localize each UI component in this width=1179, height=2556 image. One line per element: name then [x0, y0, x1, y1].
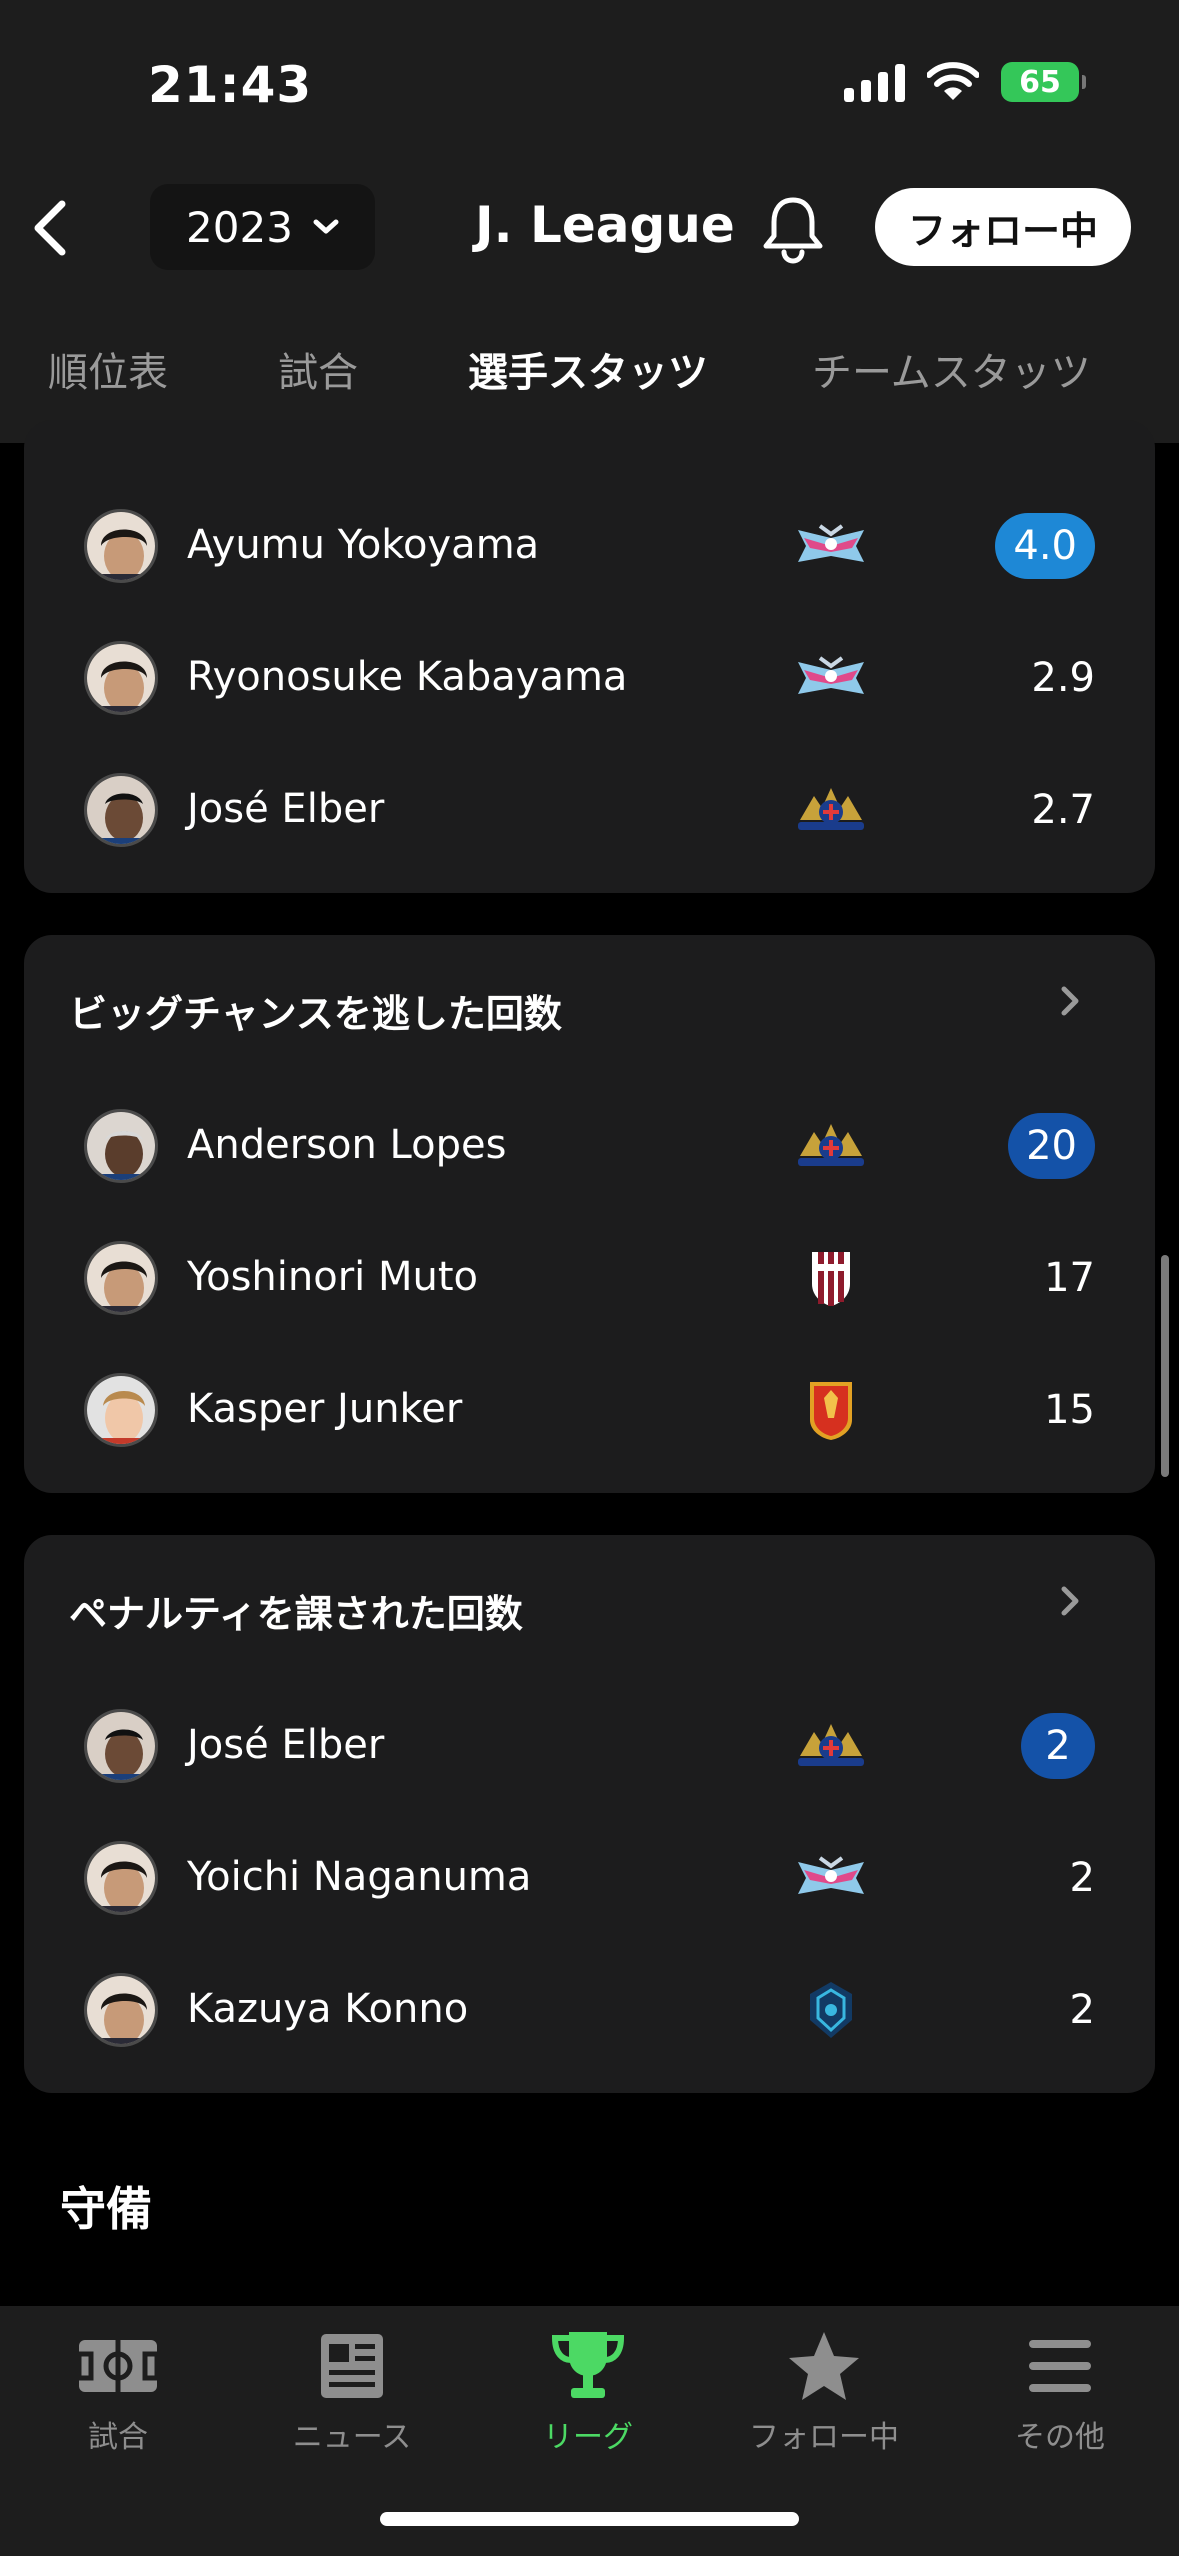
- stat-card-missed-big-chances[interactable]: ビッグチャンスを逃した回数 Anderson Lopes 20 Yoshinor…: [24, 935, 1155, 1493]
- avispa-fukuoka-logo: [794, 1980, 868, 2040]
- player-row[interactable]: Ayumu Yokoyama 4.0: [24, 486, 1155, 606]
- stat-value: 17: [1044, 1255, 1095, 1301]
- nav-item-league[interactable]: リーグ: [488, 2326, 688, 2456]
- pitch-icon: [76, 2340, 160, 2392]
- trophy-icon: [551, 2332, 625, 2398]
- star-icon: [789, 2332, 859, 2400]
- vissel-kobe-logo: [794, 1248, 868, 1308]
- nav-label: フォロー中: [749, 2420, 899, 2455]
- nav-label: 試合: [88, 2420, 148, 2455]
- nav-item-more[interactable]: その他: [960, 2326, 1160, 2456]
- stat-value: 2.9: [1031, 655, 1095, 701]
- battery-level: 65: [1019, 64, 1061, 100]
- nav-item-following[interactable]: フォロー中: [724, 2326, 924, 2456]
- chevron-down-icon: [313, 219, 339, 234]
- player-name: Ryonosuke Kabayama: [187, 654, 628, 700]
- nagoya-grampus-logo: [794, 1380, 868, 1440]
- cellular-signal-icon: [844, 62, 905, 102]
- tab-player-stats[interactable]: 選手スタッツ: [468, 340, 708, 398]
- player-row[interactable]: Anderson Lopes 20: [24, 1086, 1155, 1206]
- nav-item-matches[interactable]: 試合: [18, 2326, 218, 2456]
- player-row[interactable]: José Elber 2.7: [24, 750, 1155, 870]
- stat-value-badge: 2: [1021, 1713, 1095, 1779]
- player-avatar: [84, 1109, 158, 1183]
- player-avatar: [84, 1373, 158, 1447]
- league-title: J. League: [475, 196, 735, 254]
- scrollbar[interactable]: [1161, 1255, 1169, 1477]
- player-name: Yoshinori Muto: [187, 1254, 479, 1300]
- tab-team-stats[interactable]: チームスタッツ: [812, 340, 1091, 398]
- chevron-right-icon[interactable]: [1055, 1583, 1085, 1619]
- menu-icon: [1029, 2340, 1091, 2392]
- player-avatar: [84, 641, 158, 715]
- player-row[interactable]: Yoichi Naganuma 2: [24, 1818, 1155, 1938]
- player-name: Kasper Junker: [187, 1386, 463, 1432]
- newspaper-icon: [321, 2334, 383, 2398]
- yokohama-f-marinos-logo: [794, 1116, 868, 1176]
- stat-value: 2.7: [1031, 787, 1095, 833]
- nav-row: 2023 J. League フォロー中: [0, 180, 1179, 276]
- stat-value: 15: [1044, 1387, 1095, 1433]
- stat-value: 2: [1069, 1987, 1095, 2033]
- status-icons: 65: [844, 62, 1086, 102]
- year-value: 2023: [186, 202, 293, 252]
- yokohama-f-marinos-logo: [794, 1716, 868, 1776]
- player-row[interactable]: Kazuya Konno 2: [24, 1950, 1155, 2070]
- wifi-icon: [927, 62, 979, 100]
- player-avatar: [84, 509, 158, 583]
- stat-card-1: Ayumu Yokoyama 4.0 Ryonosuke Kabayama 2.…: [24, 420, 1155, 893]
- back-icon[interactable]: [22, 198, 82, 258]
- card-title: ペナルティを課された回数: [69, 1592, 523, 1636]
- player-name: José Elber: [187, 1722, 385, 1768]
- chevron-right-icon[interactable]: [1055, 983, 1085, 1019]
- nav-label: リーグ: [543, 2420, 633, 2455]
- stat-card-penalties-conceded[interactable]: ペナルティを課された回数 José Elber 2 Yoichi Naganum…: [24, 1535, 1155, 2093]
- player-avatar: [84, 773, 158, 847]
- nav-label: ニュース: [292, 2420, 412, 2455]
- stat-value-badge: 20: [1008, 1113, 1095, 1179]
- nav-item-news[interactable]: ニュース: [252, 2326, 452, 2456]
- year-select[interactable]: 2023: [150, 184, 375, 270]
- player-name: Kazuya Konno: [187, 1986, 469, 2032]
- section-title-defense: 守備: [60, 2182, 152, 2236]
- bell-icon[interactable]: [760, 194, 826, 264]
- player-avatar: [84, 1973, 158, 2047]
- tab-standings[interactable]: 順位表: [48, 340, 168, 398]
- player-name: Ayumu Yokoyama: [187, 522, 540, 568]
- player-row[interactable]: Ryonosuke Kabayama 2.9: [24, 618, 1155, 738]
- player-row[interactable]: José Elber 2: [24, 1686, 1155, 1806]
- player-name: Yoichi Naganuma: [187, 1854, 532, 1900]
- sagan-tosu-logo: [794, 516, 868, 576]
- stat-value-badge: 4.0: [995, 513, 1095, 579]
- player-row[interactable]: Kasper Junker 15: [24, 1350, 1155, 1470]
- battery-icon: 65: [1001, 62, 1086, 102]
- status-time: 21:43: [148, 56, 313, 114]
- home-indicator: [380, 2512, 799, 2526]
- player-avatar: [84, 1841, 158, 1915]
- player-name: Anderson Lopes: [187, 1122, 507, 1168]
- card-title: ビッグチャンスを逃した回数: [69, 992, 562, 1036]
- top-header: 21:43 65 2023 J. League フォロー中 順位表 試合 選手ス…: [0, 0, 1179, 443]
- stat-value: 2: [1069, 1855, 1095, 1901]
- player-avatar: [84, 1709, 158, 1783]
- nav-label: その他: [1015, 2420, 1105, 2455]
- player-avatar: [84, 1241, 158, 1315]
- player-name: José Elber: [187, 786, 385, 832]
- sagan-tosu-logo: [794, 648, 868, 708]
- tab-matches[interactable]: 試合: [278, 340, 358, 398]
- following-button[interactable]: フォロー中: [875, 188, 1131, 266]
- sagan-tosu-logo: [794, 1848, 868, 1908]
- player-row[interactable]: Yoshinori Muto 17: [24, 1218, 1155, 1338]
- yokohama-f-marinos-logo: [794, 780, 868, 840]
